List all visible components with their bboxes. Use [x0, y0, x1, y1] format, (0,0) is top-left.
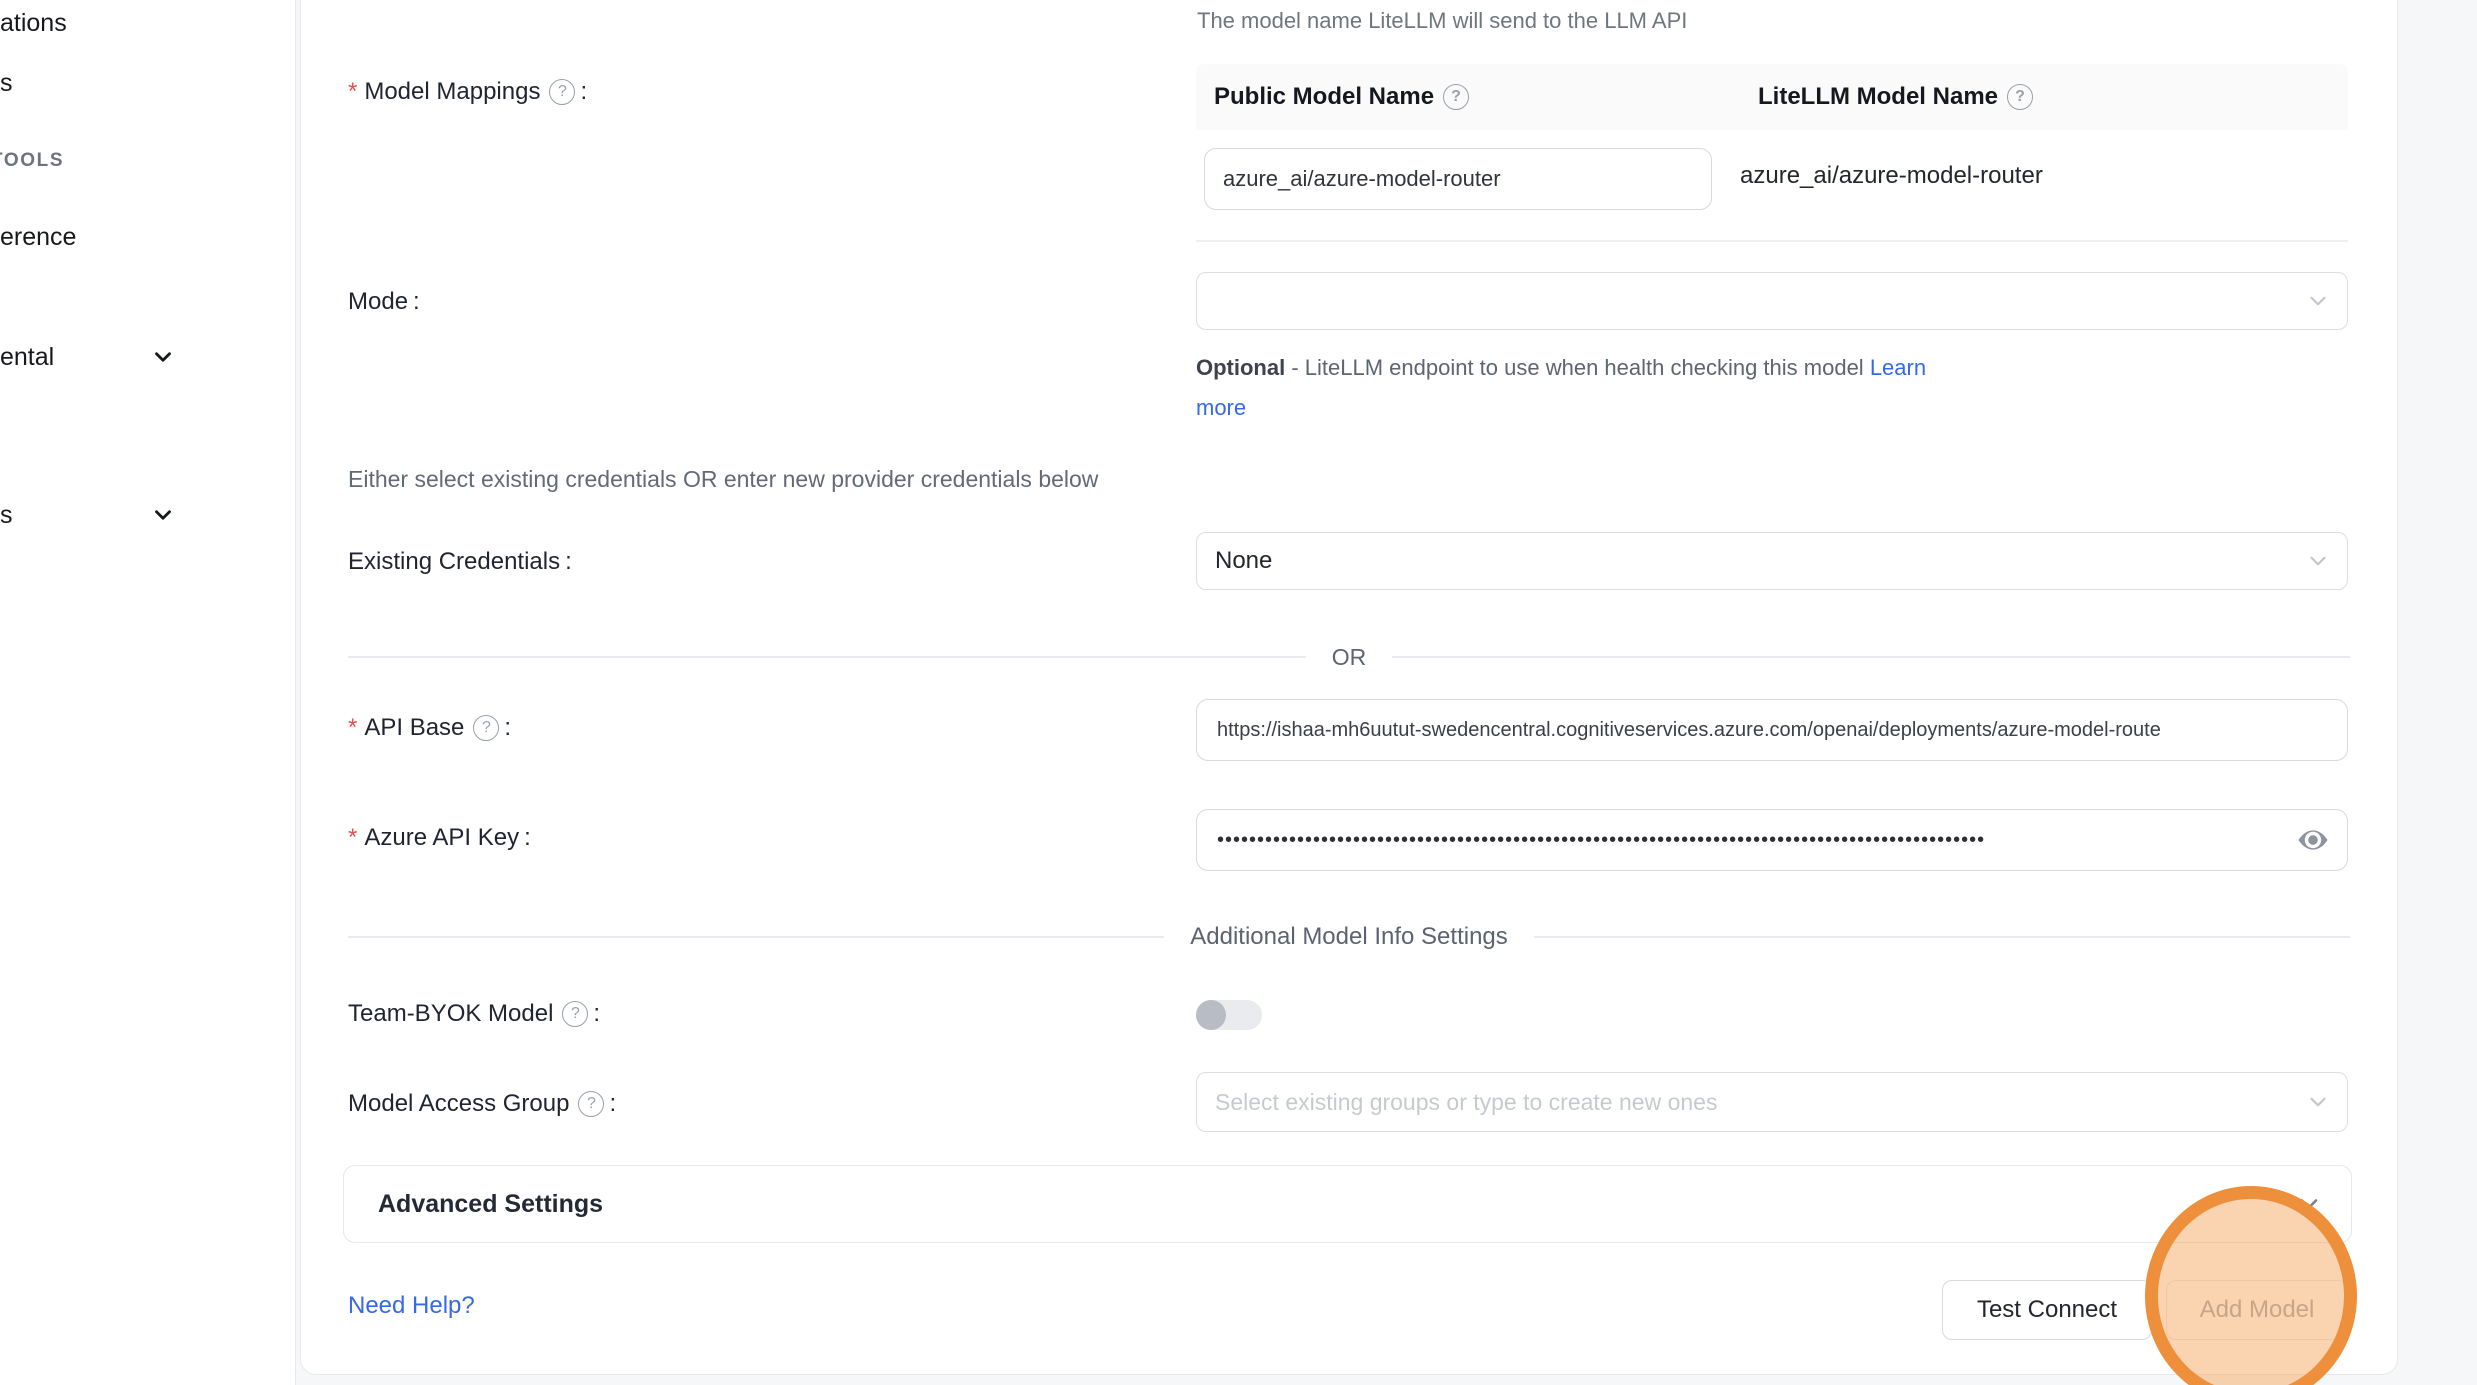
toggle-password-visibility-button[interactable] [2291, 818, 2335, 862]
divider-line [348, 936, 1164, 938]
sidebar-item-label: erence [0, 223, 76, 252]
model-access-group-label: Model Access Group [348, 1090, 616, 1118]
sidebar-item-label: s [0, 69, 13, 98]
chevron-down-icon [2305, 1089, 2331, 1115]
litellm-model-name-value: azure_ai/azure-model-router [1740, 162, 2043, 190]
toggle-knob [1196, 1000, 1226, 1030]
column-header-public-model-name: Public Model Name [1196, 83, 1740, 111]
advanced-settings-panel[interactable]: Advanced Settings [343, 1165, 2352, 1243]
sidebar-item-organizations[interactable]: ations [0, 6, 67, 40]
help-icon[interactable] [549, 79, 575, 105]
public-model-name-input[interactable] [1204, 148, 1712, 210]
divider-line [1534, 936, 2350, 938]
api-base-input[interactable] [1196, 699, 2348, 761]
model-access-group-placeholder: Select existing groups or type to create… [1215, 1089, 1717, 1116]
divider-line [1392, 656, 2350, 658]
column-header-litellm-model-name: LiteLLM Model Name [1740, 83, 2033, 111]
sidebar-item-experimental[interactable]: ental [0, 340, 200, 374]
mode-hint-bold: Optional [1196, 355, 1285, 380]
team-byok-label-text: Team-BYOK Model [348, 1000, 553, 1028]
azure-api-key-label-text: Azure API Key [364, 824, 519, 852]
or-divider: OR [348, 642, 2350, 672]
model-mappings-label: Model Mappings [348, 78, 587, 106]
sidebar-item-label: ations [0, 9, 67, 38]
help-icon[interactable] [473, 715, 499, 741]
mode-hint: Optional - LiteLLM endpoint to use when … [1196, 348, 1976, 428]
chevron-down-icon [2305, 548, 2331, 574]
help-icon[interactable] [578, 1091, 604, 1117]
help-icon[interactable] [1443, 84, 1469, 110]
azure-api-key-input[interactable]: ••••••••••••••••••••••••••••••••••••••••… [1196, 809, 2348, 871]
mode-hint-text: - LiteLLM endpoint to use when health ch… [1285, 355, 1870, 380]
existing-credentials-label: Existing Credentials [348, 548, 572, 576]
mode-label: Mode [348, 288, 420, 316]
api-base-label: API Base [348, 714, 511, 742]
team-byok-label: Team-BYOK Model [348, 1000, 600, 1028]
model-mappings-table-header: Public Model Name LiteLLM Model Name [1196, 64, 2348, 130]
existing-credentials-value: None [1215, 547, 1272, 575]
divider-line [348, 656, 1306, 658]
model-access-group-label-text: Model Access Group [348, 1090, 569, 1118]
existing-credentials-select[interactable]: None [1196, 532, 2348, 590]
sidebar-section-tools: TOOLS [0, 150, 64, 172]
sidebar-item-inference[interactable]: erence [0, 220, 76, 254]
need-help-link[interactable]: Need Help? [348, 1292, 475, 1320]
additional-settings-divider-text: Additional Model Info Settings [1190, 923, 1508, 951]
sidebar-item-settings[interactable]: s [0, 498, 200, 532]
model-access-group-select[interactable]: Select existing groups or type to create… [1196, 1072, 2348, 1132]
chevron-down-icon [150, 344, 176, 370]
team-byok-toggle[interactable] [1196, 1000, 1262, 1030]
sidebar-item-label: s [0, 501, 13, 530]
azure-api-key-label: Azure API Key [348, 824, 531, 852]
chevron-down-icon [150, 502, 176, 528]
sidebar-item-label: ental [0, 343, 54, 372]
help-icon[interactable] [562, 1001, 588, 1027]
chevron-down-icon [2305, 288, 2331, 314]
model-mappings-label-text: Model Mappings [364, 78, 540, 106]
table-row-divider [1196, 240, 2348, 242]
credentials-note: Either select existing credentials OR en… [348, 466, 1098, 493]
additional-settings-divider: Additional Model Info Settings [348, 922, 2350, 952]
help-icon[interactable] [2007, 84, 2033, 110]
sidebar-item-logs[interactable]: s [0, 66, 13, 100]
column-header-text: LiteLLM Model Name [1758, 83, 1998, 111]
column-header-text: Public Model Name [1214, 83, 1434, 111]
mode-label-text: Mode [348, 288, 408, 316]
test-connect-button[interactable]: Test Connect [1942, 1280, 2152, 1340]
or-divider-text: OR [1332, 644, 1367, 671]
eye-icon [2296, 823, 2330, 857]
chevron-down-icon [2295, 1190, 2323, 1218]
existing-credentials-label-text: Existing Credentials [348, 548, 560, 576]
add-model-button[interactable]: Add Model [2166, 1280, 2348, 1340]
advanced-settings-title: Advanced Settings [378, 1190, 2295, 1219]
sidebar: ations s TOOLS erence ental s [0, 0, 296, 1385]
mode-select[interactable] [1196, 272, 2348, 330]
masked-password-value: ••••••••••••••••••••••••••••••••••••••••… [1217, 829, 2283, 852]
api-base-label-text: API Base [364, 714, 464, 742]
model-name-hint: The model name LiteLLM will send to the … [1197, 8, 1687, 34]
